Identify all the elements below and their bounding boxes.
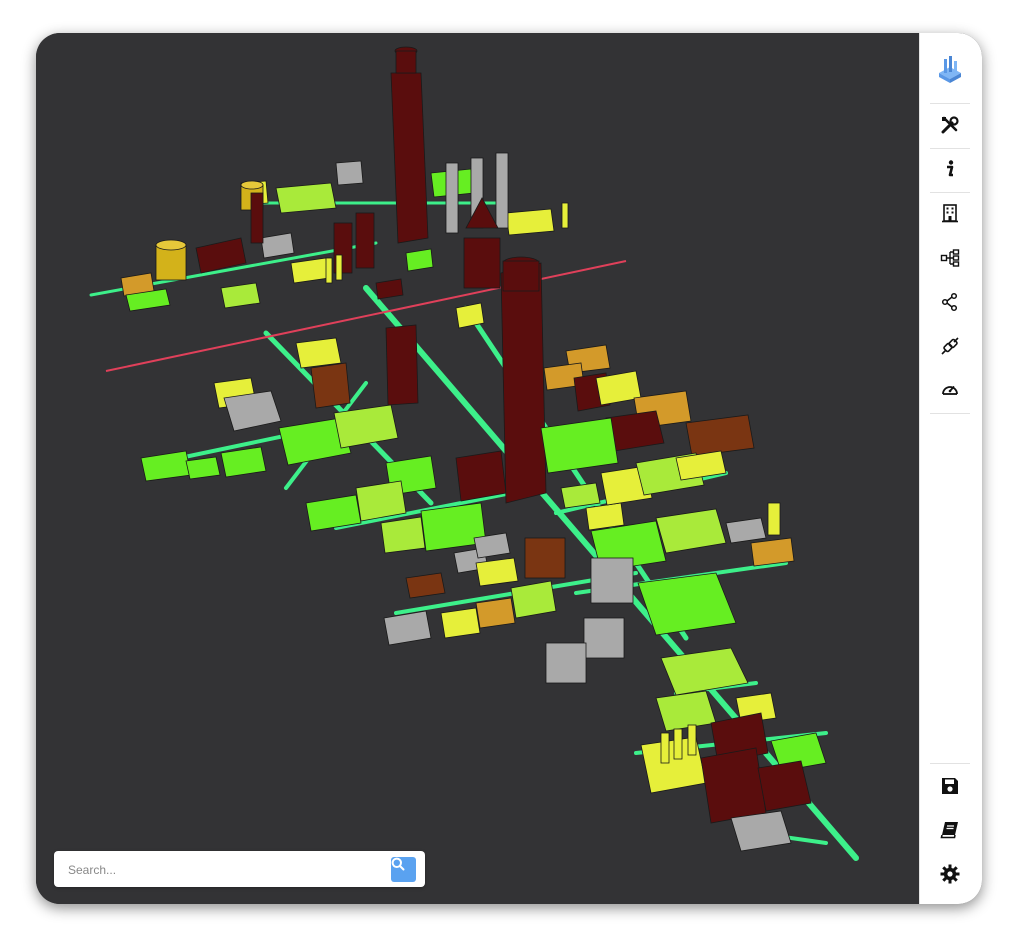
book-icon bbox=[940, 822, 958, 839]
tools-icon bbox=[941, 116, 959, 134]
search-icon bbox=[391, 857, 405, 871]
info-icon bbox=[947, 160, 954, 177]
gear-icon bbox=[940, 864, 960, 884]
search-button[interactable] bbox=[391, 857, 416, 882]
code-city-scene[interactable] bbox=[36, 33, 920, 904]
hierarchy-icon bbox=[940, 249, 960, 267]
search-box bbox=[54, 851, 425, 887]
share-nodes-icon bbox=[941, 292, 958, 312]
app-window bbox=[36, 33, 982, 904]
city-3d-viewport[interactable] bbox=[36, 33, 920, 904]
connection-button[interactable] bbox=[930, 326, 970, 366]
plug-connection-icon bbox=[941, 337, 959, 355]
save-icon bbox=[942, 778, 958, 794]
dashboard-button[interactable] bbox=[930, 370, 970, 410]
app-logo-button[interactable] bbox=[930, 49, 970, 89]
tools-button[interactable] bbox=[930, 105, 970, 145]
search-input[interactable] bbox=[66, 860, 380, 880]
gauge-icon bbox=[942, 386, 958, 395]
settings-button[interactable] bbox=[930, 854, 970, 894]
info-button[interactable] bbox=[930, 149, 970, 189]
documentation-button[interactable] bbox=[930, 810, 970, 850]
district-back bbox=[120, 46, 569, 312]
right-toolbar bbox=[919, 33, 982, 904]
city-logo-icon bbox=[939, 56, 961, 83]
building-button[interactable] bbox=[930, 193, 970, 233]
share-button[interactable] bbox=[930, 282, 970, 322]
building-icon bbox=[942, 204, 958, 223]
save-button[interactable] bbox=[930, 766, 970, 806]
hierarchy-button[interactable] bbox=[930, 238, 970, 278]
